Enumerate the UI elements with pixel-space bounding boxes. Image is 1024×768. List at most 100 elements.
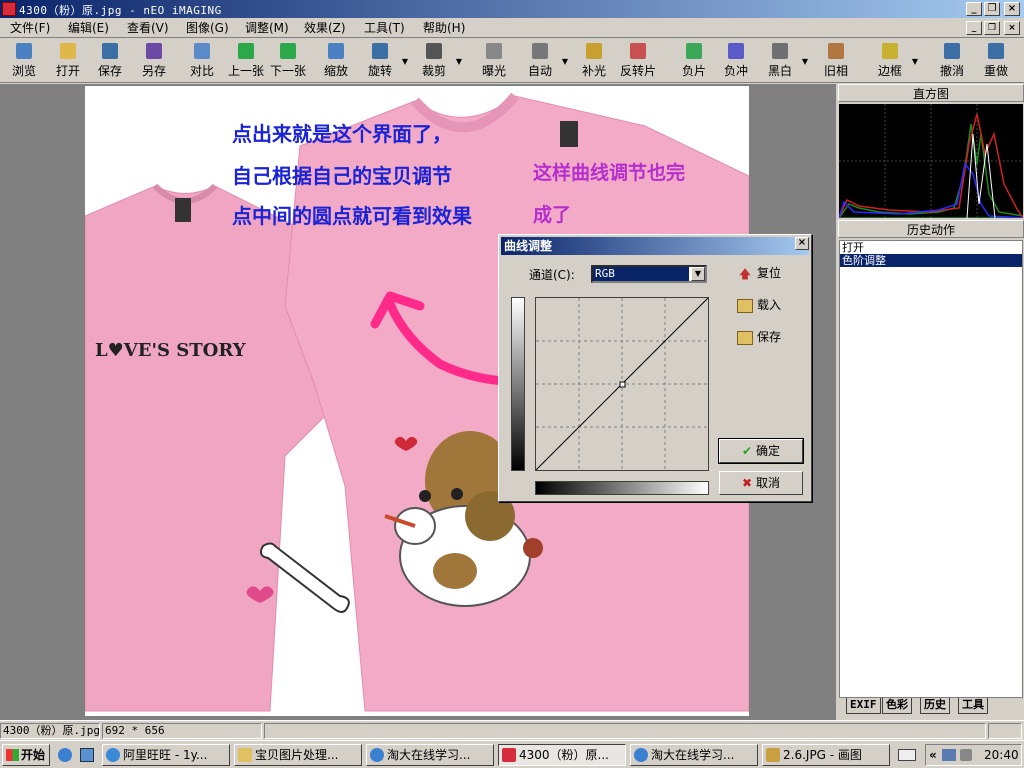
task-online-learning-2[interactable]: 淘大在线学习... (630, 744, 758, 766)
black-white-button[interactable]: 黑白 ▼ (760, 41, 808, 81)
history-item-levels[interactable]: 色阶调整 (840, 254, 1022, 267)
menu-tools[interactable]: 工具(T) (362, 20, 407, 36)
next-button[interactable]: 下一张 (268, 41, 308, 81)
history-list: 打开 色阶调整 (839, 240, 1023, 698)
menu-adjust[interactable]: 调整(M) (243, 20, 291, 36)
task-neo-imaging[interactable]: 4300（粉）原... (498, 744, 626, 766)
dialog-save-button[interactable]: 保存 (737, 327, 781, 347)
cross-process-button[interactable]: 负冲 (716, 41, 756, 81)
rotate-dropdown-icon[interactable]: ▼ (402, 57, 408, 66)
task-label: 4300（粉）原... (519, 748, 609, 762)
rotate-button[interactable]: 旋转 ▼ (360, 41, 408, 81)
start-label: 开始 (21, 748, 46, 762)
fill-light-button[interactable]: 补光 (574, 41, 614, 81)
system-tray: « 20:40 (925, 744, 1022, 766)
menu-effects[interactable]: 效果(Z) (302, 20, 348, 36)
keyboard-icon[interactable] (898, 749, 916, 761)
menu-image[interactable]: 图像(G) (184, 20, 231, 36)
cancel-button[interactable]: ✖ 取消 (719, 471, 803, 495)
dialog-close-button[interactable]: × (795, 237, 809, 250)
save-as-button[interactable]: 另存 (134, 41, 174, 81)
status-filename: 4300（粉）原.jpg (0, 723, 100, 739)
save-button[interactable]: 保存 (90, 41, 130, 81)
menu-help[interactable]: 帮助(H) (421, 20, 467, 36)
tab-color[interactable]: 色彩 (882, 698, 912, 714)
compare-button[interactable]: 对比 (182, 41, 222, 81)
ie-icon[interactable] (58, 748, 72, 762)
browse-button[interactable]: 浏览 (4, 41, 44, 81)
folder-icon (238, 748, 252, 762)
tab-exif[interactable]: EXIF (846, 698, 881, 714)
reversal-film-button[interactable]: 反转片 (618, 41, 658, 81)
old-photo-icon (828, 43, 844, 59)
start-button[interactable]: 开始 (2, 744, 50, 766)
auto-dropdown-icon[interactable]: ▼ (562, 57, 568, 66)
taskbar: 开始 阿里旺旺 - 1y... 宝贝图片处理... 淘大在线学习... 4300… (0, 740, 1024, 768)
redo-button[interactable]: 重做 (976, 41, 1016, 81)
frame-button[interactable]: 边框 ▼ (870, 41, 918, 81)
menu-view[interactable]: 查看(V) (125, 20, 171, 36)
load-folder-icon (737, 298, 753, 313)
task-label: 阿里旺旺 - 1y... (123, 748, 208, 762)
reset-button[interactable]: 🡅 复位 (737, 263, 781, 283)
undo-label: 撤消 (939, 64, 964, 78)
undo-icon (944, 43, 960, 59)
zoom-label: 缩放 (323, 64, 348, 78)
doc-close-button[interactable]: × (1004, 21, 1020, 35)
tab-tools[interactable]: 工具 (958, 698, 988, 714)
task-online-learning-1[interactable]: 淘大在线学习... (366, 744, 494, 766)
reversal-film-icon (630, 43, 646, 59)
tab-history[interactable]: 历史 (920, 698, 950, 714)
redo-icon (988, 43, 1004, 59)
doc-minimize-button[interactable]: _ (966, 21, 982, 35)
desktop-icon[interactable] (80, 748, 94, 762)
save-as-label: 另存 (141, 64, 166, 78)
vertical-gradient-bar (511, 297, 525, 471)
undo-button[interactable]: 撤消 (932, 41, 972, 81)
exposure-icon (486, 43, 502, 59)
annotation-line-3: 点中间的圆点就可看到效果 (232, 204, 472, 228)
auto-button[interactable]: 自动 ▼ (520, 41, 568, 81)
frame-dropdown-icon[interactable]: ▼ (912, 57, 918, 66)
maximize-button[interactable]: ❐ (984, 2, 1000, 16)
bw-dropdown-icon[interactable]: ▼ (802, 57, 808, 66)
chevron-down-icon[interactable]: ▼ (691, 267, 705, 281)
channel-label: 通道(C): (529, 268, 575, 282)
negative-button[interactable]: 负片 (674, 41, 714, 81)
old-photo-button[interactable]: 旧相 (816, 41, 856, 81)
prev-button[interactable]: 上一张 (226, 41, 266, 81)
doc-restore-button[interactable]: ❐ (984, 21, 1000, 35)
title-bar: 4300（粉）原.jpg - nEO iMAGING _ ❐ × (0, 0, 1024, 18)
menu-bar: 文件(F) 编辑(E) 查看(V) 图像(G) 调整(M) 效果(Z) 工具(T… (0, 18, 1024, 38)
load-button[interactable]: 载入 (737, 295, 781, 315)
clock: 20:40 (984, 748, 1019, 762)
open-button[interactable]: 打开 (48, 41, 88, 81)
crop-button[interactable]: 裁剪 ▼ (414, 41, 462, 81)
history-item-open[interactable]: 打开 (840, 241, 1022, 254)
network-icon[interactable] (942, 749, 956, 761)
shirt-print-text: L♥VE'S STORY (95, 340, 246, 361)
open-label: 打开 (55, 64, 80, 78)
minimize-button[interactable]: _ (966, 2, 982, 16)
next-arrow-icon (280, 43, 296, 59)
channel-select[interactable]: RGB ▼ (591, 265, 707, 283)
volume-icon[interactable] (960, 749, 972, 761)
curve-control-point[interactable] (619, 381, 626, 388)
curve-editor[interactable] (535, 297, 709, 471)
task-image-processing[interactable]: 宝贝图片处理... (234, 744, 362, 766)
menu-file[interactable]: 文件(F) (8, 20, 52, 36)
zoom-button[interactable]: 缩放 (316, 41, 356, 81)
crop-dropdown-icon[interactable]: ▼ (456, 57, 462, 66)
close-button[interactable]: × (1004, 2, 1020, 16)
task-paint[interactable]: 2.6.JPG - 画图 (762, 744, 890, 766)
menu-edit[interactable]: 编辑(E) (66, 20, 111, 36)
exposure-button[interactable]: 曝光 (474, 41, 514, 81)
tray-expand-icon[interactable]: « (929, 745, 937, 765)
annotation-side-2: 成了 (533, 204, 572, 226)
exposure-label: 曝光 (481, 64, 506, 78)
save-label: 保存 (97, 64, 122, 78)
ok-button[interactable]: ✔ 确定 (718, 438, 804, 464)
load-label: 载入 (757, 298, 782, 312)
task-aliwangwang[interactable]: 阿里旺旺 - 1y... (102, 744, 230, 766)
status-bar: 4300（粉）原.jpg 692 * 656 (0, 720, 1024, 740)
